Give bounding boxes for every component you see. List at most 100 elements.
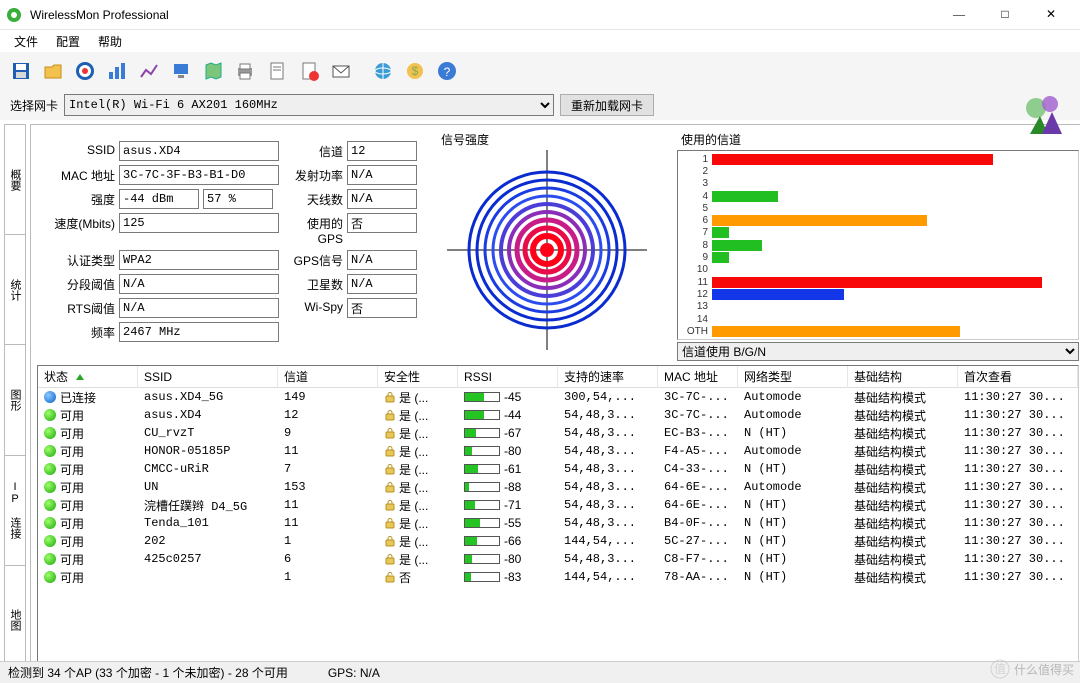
- side-tabs: 概要 统计 图形 IP 连接 地图: [4, 124, 26, 676]
- target-icon[interactable]: [70, 56, 100, 86]
- table-row[interactable]: 可用浣槽任蹼辫 D4_5G11是 (...-7154,48,3...64-6E-…: [38, 496, 1078, 514]
- app-logo-icon: [1020, 90, 1068, 138]
- speed-field[interactable]: [119, 213, 279, 233]
- mail-icon[interactable]: [326, 56, 356, 86]
- table-row[interactable]: 可用CU_rvzT9是 (...-6754,48,3...EC-B3-...N …: [38, 424, 1078, 442]
- gpssig-field[interactable]: [347, 250, 417, 270]
- table-row[interactable]: 可用Tenda_10111是 (...-5554,48,3...B4-0F-..…: [38, 514, 1078, 532]
- channel-mode-select[interactable]: 信道使用 B/G/N: [677, 342, 1079, 361]
- menu-file[interactable]: 文件: [6, 31, 46, 52]
- table-row[interactable]: 可用2021是 (...-66144,54,...5C-27-...N (HT)…: [38, 532, 1078, 550]
- statusbar: 检测到 34 个AP (33 个加密 - 1 个未加密) - 28 个可用 GP…: [0, 661, 1080, 683]
- save-icon[interactable]: [6, 56, 36, 86]
- rts-field[interactable]: [119, 298, 279, 318]
- rssi-bar-icon: [464, 446, 500, 456]
- close-button[interactable]: ✕: [1028, 0, 1074, 30]
- svg-text:$: $: [412, 64, 419, 78]
- rssi-bar-icon: [464, 464, 500, 474]
- rssi-bar-icon: [464, 572, 500, 582]
- table-row[interactable]: 可用1否-83144,54,...78-AA-...N (HT)基础结构模式11…: [38, 568, 1078, 586]
- frag-field[interactable]: [119, 274, 279, 294]
- freq-label: 频率: [37, 322, 115, 342]
- channel-bar-row: 5: [682, 202, 1074, 214]
- table-row[interactable]: 已连接asus.XD4_5G149是 (...-45300,54,...3C-7…: [38, 388, 1078, 406]
- stop-icon[interactable]: [294, 56, 324, 86]
- col-rssi[interactable]: RSSI: [458, 367, 558, 387]
- channel-bar-row: OTH: [682, 325, 1074, 337]
- gps-field[interactable]: [347, 213, 417, 233]
- minimize-button[interactable]: —: [936, 0, 982, 30]
- freq-field[interactable]: [119, 322, 279, 342]
- graph-icon[interactable]: [134, 56, 164, 86]
- globe-icon[interactable]: [368, 56, 398, 86]
- maximize-button[interactable]: □: [982, 0, 1028, 30]
- help-icon[interactable]: ?: [432, 56, 462, 86]
- reload-adapter-button[interactable]: 重新加载网卡: [560, 94, 654, 116]
- tab-summary[interactable]: 概要: [5, 125, 25, 235]
- sat-label: 卫星数: [283, 274, 343, 294]
- col-infra[interactable]: 基础结构: [848, 365, 958, 388]
- rssi-bar-icon: [464, 428, 500, 438]
- channel-bar-row: 13: [682, 301, 1074, 313]
- menu-help[interactable]: 帮助: [90, 31, 130, 52]
- strength-pct-field[interactable]: [203, 189, 273, 209]
- table-row[interactable]: 可用HONOR-05185P11是 (...-8054,48,3...F4-A5…: [38, 442, 1078, 460]
- col-firstseen[interactable]: 首次查看: [958, 365, 1078, 388]
- tab-map[interactable]: 地图: [5, 566, 25, 675]
- sat-field[interactable]: [347, 274, 417, 294]
- col-rate[interactable]: 支持的速率: [558, 365, 658, 388]
- table-row[interactable]: 可用425c02576是 (...-8054,48,3...C8-F7-...N…: [38, 550, 1078, 568]
- channel-label: 信道: [283, 141, 343, 161]
- adapter-select[interactable]: Intel(R) Wi-Fi 6 AX201 160MHz: [64, 94, 554, 116]
- col-status[interactable]: 状态: [38, 365, 138, 388]
- signal-strength-pane: 信号强度: [437, 131, 667, 361]
- gps-label: 使用的GPS: [283, 213, 343, 246]
- network-list: 状态 SSID 信道 安全性 RSSI 支持的速率 MAC 地址 网络类型 基础…: [37, 365, 1079, 669]
- channel-field[interactable]: [347, 141, 417, 161]
- rssi-bar-icon: [464, 536, 500, 546]
- status-dot-icon: [44, 571, 56, 583]
- col-mac[interactable]: MAC 地址: [658, 365, 738, 388]
- channel-bar-row: 3: [682, 178, 1074, 190]
- table-row[interactable]: 可用UN153是 (...-8854,48,3...64-6E-...Autom…: [38, 478, 1078, 496]
- tab-graph[interactable]: 图形: [5, 345, 25, 455]
- tab-ipconn[interactable]: IP 连接: [5, 456, 25, 566]
- open-icon[interactable]: [38, 56, 68, 86]
- antenna-label: 天线数: [283, 189, 343, 209]
- txpower-field[interactable]: [347, 165, 417, 185]
- gpssig-label: GPS信号: [283, 250, 343, 270]
- status-dot-icon: [44, 463, 56, 475]
- antenna-field[interactable]: [347, 189, 417, 209]
- auth-label: 认证类型: [37, 250, 115, 270]
- channel-bar-row: 11: [682, 276, 1074, 288]
- status-dot-icon: [44, 409, 56, 421]
- watermark: 值 什么值得买: [990, 659, 1074, 679]
- menubar: 文件 配置 帮助: [0, 30, 1080, 52]
- list-body[interactable]: 已连接asus.XD4_5G149是 (...-45300,54,...3C-7…: [38, 388, 1078, 668]
- wispy-field[interactable]: [347, 298, 417, 318]
- ssid-field[interactable]: [119, 141, 279, 161]
- tab-stats[interactable]: 统计: [5, 235, 25, 345]
- network-icon[interactable]: [166, 56, 196, 86]
- strength-dbm-field[interactable]: [119, 189, 199, 209]
- rssi-bar-icon: [464, 410, 500, 420]
- col-nettype[interactable]: 网络类型: [738, 365, 848, 388]
- col-security[interactable]: 安全性: [378, 365, 458, 388]
- money-icon[interactable]: $: [400, 56, 430, 86]
- channel-bar-row: 6: [682, 214, 1074, 226]
- table-row[interactable]: 可用asus.XD412是 (...-4454,48,3...3C-7C-...…: [38, 406, 1078, 424]
- col-ssid[interactable]: SSID: [138, 367, 278, 387]
- menu-config[interactable]: 配置: [48, 31, 88, 52]
- auth-field[interactable]: [119, 250, 279, 270]
- wispy-label: Wi-Spy: [283, 298, 343, 318]
- status-dot-icon: [44, 535, 56, 547]
- print-icon[interactable]: [230, 56, 260, 86]
- mac-field[interactable]: [119, 165, 279, 185]
- map-icon[interactable]: [198, 56, 228, 86]
- log-icon[interactable]: [262, 56, 292, 86]
- status-dot-icon: [44, 391, 56, 403]
- channel-bar-row: 14: [682, 313, 1074, 325]
- chart-icon[interactable]: [102, 56, 132, 86]
- col-channel[interactable]: 信道: [278, 365, 378, 388]
- table-row[interactable]: 可用CMCC-uRiR7是 (...-6154,48,3...C4-33-...…: [38, 460, 1078, 478]
